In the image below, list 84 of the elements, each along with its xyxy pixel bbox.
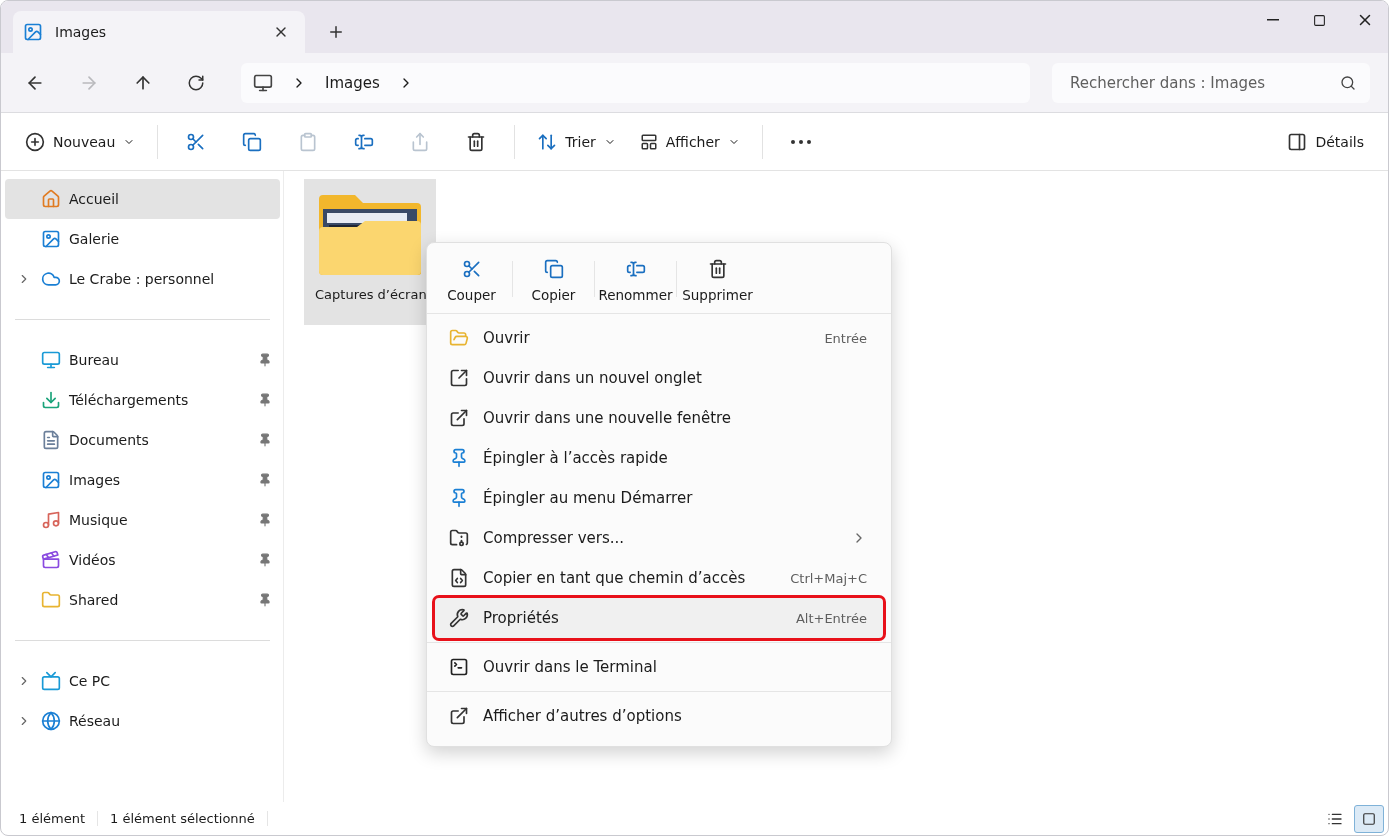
plus-icon	[327, 23, 345, 41]
copy-icon	[242, 131, 263, 152]
sort-button[interactable]: Trier	[527, 121, 626, 162]
status-text: 1 élément sélectionné	[110, 811, 268, 826]
sidebar-item[interactable]: Galerie	[5, 219, 280, 259]
minimize-icon	[1267, 19, 1279, 21]
zip-folder-icon	[449, 528, 469, 548]
sidebar-item[interactable]: Shared	[5, 580, 280, 620]
trash-icon	[707, 259, 728, 279]
sidebar-item[interactable]: Le Crabe : personnel	[5, 259, 280, 299]
new-tab-icon	[449, 368, 469, 388]
maximize-icon	[1312, 13, 1326, 27]
new-window-icon	[449, 408, 469, 428]
computer-icon	[41, 671, 61, 691]
sidebar-item[interactable]: Musique	[5, 500, 280, 540]
details-pane-icon	[1287, 131, 1308, 152]
folder-icon	[449, 328, 469, 348]
menu-item[interactable]: Propriétés Alt+Entrée	[435, 598, 883, 638]
rename-icon	[625, 259, 646, 279]
shortcut-text: Ctrl+Maj+C	[790, 570, 867, 586]
wrench-icon	[449, 608, 469, 628]
shortcut-text: Entrée	[824, 330, 867, 346]
search-icon	[1340, 74, 1356, 91]
terminal-icon	[449, 657, 469, 677]
scissors-icon	[461, 259, 482, 279]
share-icon	[449, 706, 469, 726]
monitor-icon	[253, 72, 273, 93]
plus-circle-icon	[25, 131, 45, 152]
view-button[interactable]: Afficher	[629, 121, 750, 162]
pin-icon	[449, 488, 469, 508]
film-icon	[41, 550, 61, 570]
status-text: 1 élément	[19, 811, 98, 826]
folder-item[interactable]: Captures d’écran	[304, 179, 436, 325]
address-bar[interactable]: Images	[241, 62, 1030, 103]
document-icon	[41, 430, 61, 450]
menu-item[interactable]: Épingler à l’accès rapide	[435, 438, 883, 478]
copy-icon	[543, 259, 564, 279]
sidebar-item[interactable]: Vidéos	[5, 540, 280, 580]
menu-item[interactable]: Épingler au menu Démarrer	[435, 478, 883, 518]
search-field[interactable]: Rechercher dans : Images	[1052, 62, 1370, 103]
menu-item[interactable]: Copier en tant que chemin d’accès Ctrl+Maj+C	[435, 558, 883, 598]
refresh-icon	[187, 73, 205, 92]
picture-icon	[41, 470, 61, 490]
shortcut-text: Alt+Entrée	[795, 610, 867, 626]
sidebar-item[interactable]: Bureau	[5, 340, 280, 380]
menu-item[interactable]: Ouvrir dans le Terminal	[435, 647, 883, 687]
desktop-icon	[41, 350, 61, 370]
tab[interactable]: Images	[13, 11, 305, 53]
paste-icon	[298, 131, 319, 152]
pin-icon	[449, 448, 469, 468]
folder-icon	[41, 590, 61, 610]
music-note-icon	[41, 510, 61, 530]
globe-icon	[41, 711, 61, 731]
share-icon	[410, 131, 431, 152]
download-icon	[41, 390, 61, 410]
menu-action-button[interactable]: Supprimer	[677, 255, 758, 307]
menu-action-button[interactable]: Copier	[513, 255, 594, 307]
trash-icon	[466, 131, 487, 152]
cloud-icon	[41, 269, 61, 289]
tiles-view-button[interactable]	[1354, 804, 1384, 833]
sidebar-item[interactable]: Documents	[5, 420, 280, 460]
house-icon	[41, 189, 61, 209]
menu-action-button[interactable]: Renommer	[595, 255, 676, 307]
more-icon	[790, 139, 811, 144]
menu-item[interactable]: Afficher d’autres d’options	[435, 696, 883, 736]
sidebar-item[interactable]: Accueil	[5, 179, 280, 219]
sidebar-item[interactable]: Ce PC	[5, 661, 280, 701]
menu-item[interactable]: Ouvrir dans un nouvel onglet	[435, 358, 883, 398]
picture-icon	[23, 22, 43, 42]
sidebar-item[interactable]: Téléchargements	[5, 380, 280, 420]
menu-item[interactable]: Compresser vers...	[435, 518, 883, 558]
new-button[interactable]: Nouveau	[15, 121, 146, 162]
breadcrumb[interactable]: Images	[325, 73, 380, 92]
sidebar-item[interactable]: Images	[5, 460, 280, 500]
folder-thumbnail-icon	[317, 193, 423, 277]
tile-icon	[1362, 811, 1376, 826]
menu-item[interactable]: Ouvrir dans une nouvelle fenêtre	[435, 398, 883, 438]
picture-icon	[41, 229, 61, 249]
tab-title: Images	[55, 24, 108, 40]
sidebar-item[interactable]: Réseau	[5, 701, 280, 741]
menu-item[interactable]: Ouvrir Entrée	[435, 318, 883, 358]
details-button[interactable]: Détails	[1277, 121, 1374, 162]
path-icon	[449, 568, 469, 588]
view-icon	[639, 132, 658, 151]
